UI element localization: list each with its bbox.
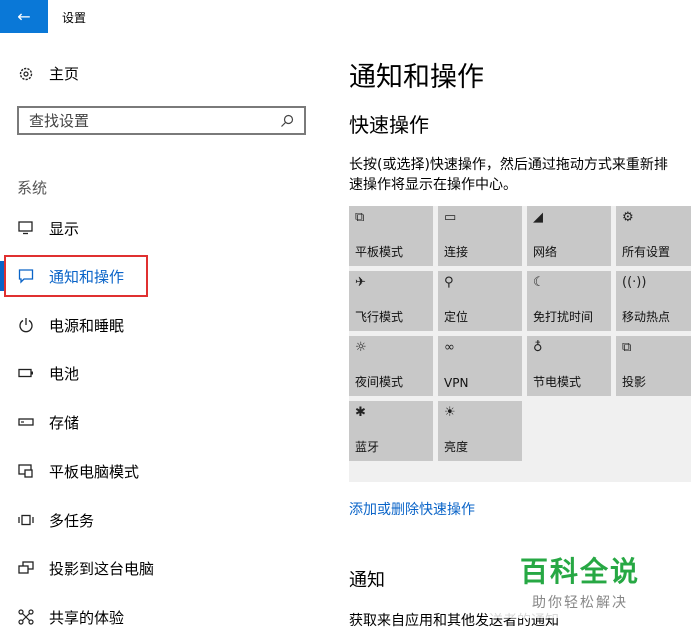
tile-label: 节电模式 (533, 375, 582, 389)
bluetooth-icon: ✱ (355, 405, 366, 420)
sidebar-item-label: 通知和操作 (49, 267, 125, 286)
connect-icon: ▭ (444, 210, 457, 225)
watermark-sub: 助你轻松解决 (532, 595, 628, 611)
network-icon: ◢ (533, 210, 543, 225)
quick-actions-heading: 快速操作 (349, 113, 429, 137)
sidebar-item-battery[interactable]: 电池 (0, 351, 330, 395)
tile-label: 免打扰时间 (533, 310, 594, 324)
sidebar-item-label: 显示 (49, 219, 80, 238)
section-label-system: 系统 (17, 179, 48, 197)
tile-location[interactable]: ⚲ 定位 (438, 271, 522, 331)
sidebar-item-notifications[interactable]: 通知和操作 (0, 254, 330, 298)
tile-tablet-mode[interactable]: ⧉ 平板模式 (349, 206, 433, 266)
project-icon (17, 559, 35, 577)
tile-label: 网络 (533, 245, 558, 259)
sidebar-item-shared-experiences[interactable]: 共享的体验 (0, 595, 330, 639)
tile-label: 定位 (444, 310, 469, 324)
tile-label: 亮度 (444, 440, 469, 454)
brightness-icon: ☀ (444, 405, 456, 420)
watermark: 百科全说 助你轻松解决 (490, 548, 670, 618)
sidebar-item-display[interactable]: 显示 (0, 206, 330, 250)
notifications-heading: 通知 (349, 570, 385, 591)
tablet-icon (17, 462, 35, 480)
tile-brightness[interactable]: ☀ 亮度 (438, 401, 522, 461)
power-icon (17, 316, 35, 334)
message-icon (17, 267, 35, 285)
tile-network[interactable]: ◢ 网络 (527, 206, 611, 266)
tile-label: 所有设置 (622, 245, 671, 259)
sidebar-item-project[interactable]: 投影到这台电脑 (0, 546, 330, 590)
sidebar-item-tablet-mode[interactable]: 平板电脑模式 (0, 449, 330, 493)
gear-icon: ⚙ (622, 210, 634, 225)
tile-night-light[interactable]: ☼ 夜间模式 (349, 336, 433, 396)
airplane-icon: ✈ (355, 275, 366, 290)
battery-saver-icon: ♁ (533, 340, 543, 355)
sidebar-item-storage[interactable]: 存储 (0, 400, 330, 444)
sidebar-item-label: 平板电脑模式 (49, 462, 140, 481)
sidebar: 主页 查找设置 系统 显示 通知和操作 电源和睡眠 电池 存储 平板电脑模式 多… (0, 33, 330, 643)
quick-actions-grid: ⧉ 平板模式 ▭ 连接 ◢ 网络 ⚙ 所有设置 ✈ 飞行模式 ⚲ 定位 ☾ 免打扰时间 ((·… (349, 206, 691, 482)
home-link[interactable]: 主页 (17, 63, 79, 84)
location-icon: ⚲ (444, 275, 454, 290)
tile-vpn[interactable]: ∞ VPN (438, 336, 522, 396)
share-icon (17, 608, 35, 626)
tile-all-settings[interactable]: ⚙ 所有设置 (616, 206, 691, 266)
vpn-icon: ∞ (444, 340, 455, 355)
tile-airplane-mode[interactable]: ✈ 飞行模式 (349, 271, 433, 331)
moon-icon: ☾ (533, 275, 545, 290)
sidebar-item-label: 共享的体验 (49, 608, 125, 627)
back-button[interactable]: ← (0, 0, 48, 33)
sidebar-item-multitasking[interactable]: 多任务 (0, 498, 330, 542)
home-label: 主页 (49, 65, 80, 83)
sidebar-item-label: 存储 (49, 413, 80, 432)
project-icon: ⧉ (622, 340, 632, 355)
title-bar: ← 设置 (0, 0, 691, 33)
tile-project[interactable]: ⧉ 投影 (616, 336, 691, 396)
tile-label: 平板模式 (355, 245, 404, 259)
window-title: 设置 (62, 11, 87, 25)
gear-icon (17, 65, 35, 83)
multitask-icon (17, 511, 35, 529)
description-line-1: 长按(或选择)快速操作，然后通过拖动方式来重新排 (349, 157, 668, 173)
quick-actions-description: 长按(或选择)快速操作，然后通过拖动方式来重新排 速操作将显示在操作中心。 (349, 155, 691, 195)
sidebar-item-label: 电源和睡眠 (49, 316, 125, 335)
hotspot-icon: ((·)) (622, 275, 647, 290)
tile-bluetooth[interactable]: ✱ 蓝牙 (349, 401, 433, 461)
search-icon[interactable] (278, 112, 296, 130)
tile-label: 连接 (444, 245, 469, 259)
tile-quiet-hours[interactable]: ☾ 免打扰时间 (527, 271, 611, 331)
monitor-icon (17, 219, 35, 237)
tile-label: 投影 (622, 375, 647, 389)
tile-label: 飞行模式 (355, 310, 404, 324)
description-line-2: 速操作将显示在操作中心。 (349, 177, 517, 193)
watermark-main: 百科全说 (519, 555, 640, 588)
tile-label: 移动热点 (622, 310, 671, 324)
sidebar-item-power[interactable]: 电源和睡眠 (0, 303, 330, 347)
back-arrow-icon: ← (17, 7, 31, 26)
page-title: 通知和操作 (349, 62, 484, 93)
add-remove-quick-actions-link[interactable]: 添加或删除快速操作 (349, 499, 475, 519)
sidebar-item-label: 电池 (49, 364, 80, 383)
search-box[interactable]: 查找设置 (17, 106, 306, 135)
night-light-icon: ☼ (355, 340, 367, 355)
tile-label: 夜间模式 (355, 375, 404, 389)
tile-label: VPN (444, 376, 469, 390)
sidebar-item-label: 投影到这台电脑 (49, 559, 155, 578)
tile-battery-saver[interactable]: ♁ 节电模式 (527, 336, 611, 396)
tile-mobile-hotspot[interactable]: ((·)) 移动热点 (616, 271, 691, 331)
battery-icon (17, 364, 35, 382)
tablet-mode-icon: ⧉ (355, 210, 365, 225)
storage-icon (17, 413, 35, 431)
search-placeholder: 查找设置 (29, 112, 90, 130)
tile-label: 蓝牙 (355, 440, 380, 454)
sidebar-item-label: 多任务 (49, 511, 95, 530)
tile-connect[interactable]: ▭ 连接 (438, 206, 522, 266)
